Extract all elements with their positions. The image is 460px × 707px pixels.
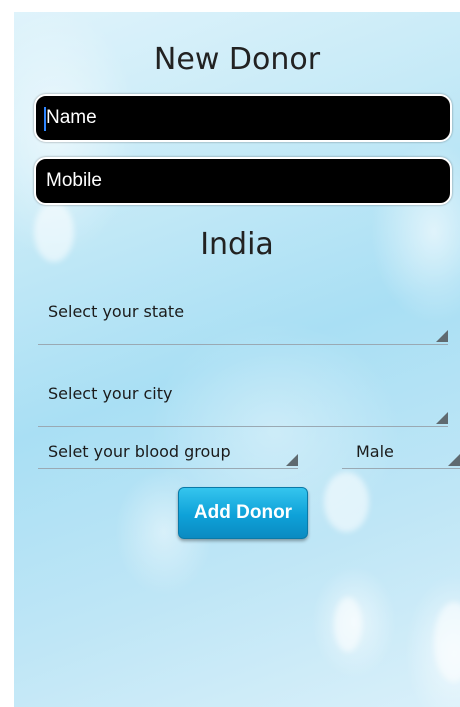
gender-spinner-label: Male [356, 442, 394, 461]
state-spinner[interactable]: Select your state [38, 292, 448, 345]
gender-spinner[interactable]: Male [342, 438, 460, 469]
background-bokeh [334, 597, 362, 652]
app-screen: New Donor Name Mobile India Select your … [14, 12, 460, 707]
page-title: New Donor [153, 42, 321, 77]
blood-group-spinner-label: Selet your blood group [48, 442, 231, 461]
name-field[interactable]: Name [34, 94, 452, 142]
dropdown-caret-icon [436, 412, 448, 424]
state-spinner-label: Select your state [48, 302, 185, 321]
mobile-field[interactable]: Mobile [34, 157, 452, 205]
background-bokeh [324, 472, 369, 532]
dropdown-caret-icon [436, 330, 448, 342]
country-label: India [200, 227, 274, 262]
mobile-placeholder: Mobile [46, 170, 102, 191]
dropdown-caret-icon [448, 454, 460, 466]
blood-group-spinner[interactable]: Selet your blood group [38, 438, 298, 469]
city-spinner[interactable]: Select your city [38, 374, 448, 427]
name-placeholder: Name [46, 107, 97, 128]
city-spinner-label: Select your city [48, 384, 173, 403]
add-donor-button[interactable]: Add Donor [178, 487, 308, 539]
dropdown-caret-icon [286, 454, 298, 466]
background-bokeh [434, 602, 460, 682]
